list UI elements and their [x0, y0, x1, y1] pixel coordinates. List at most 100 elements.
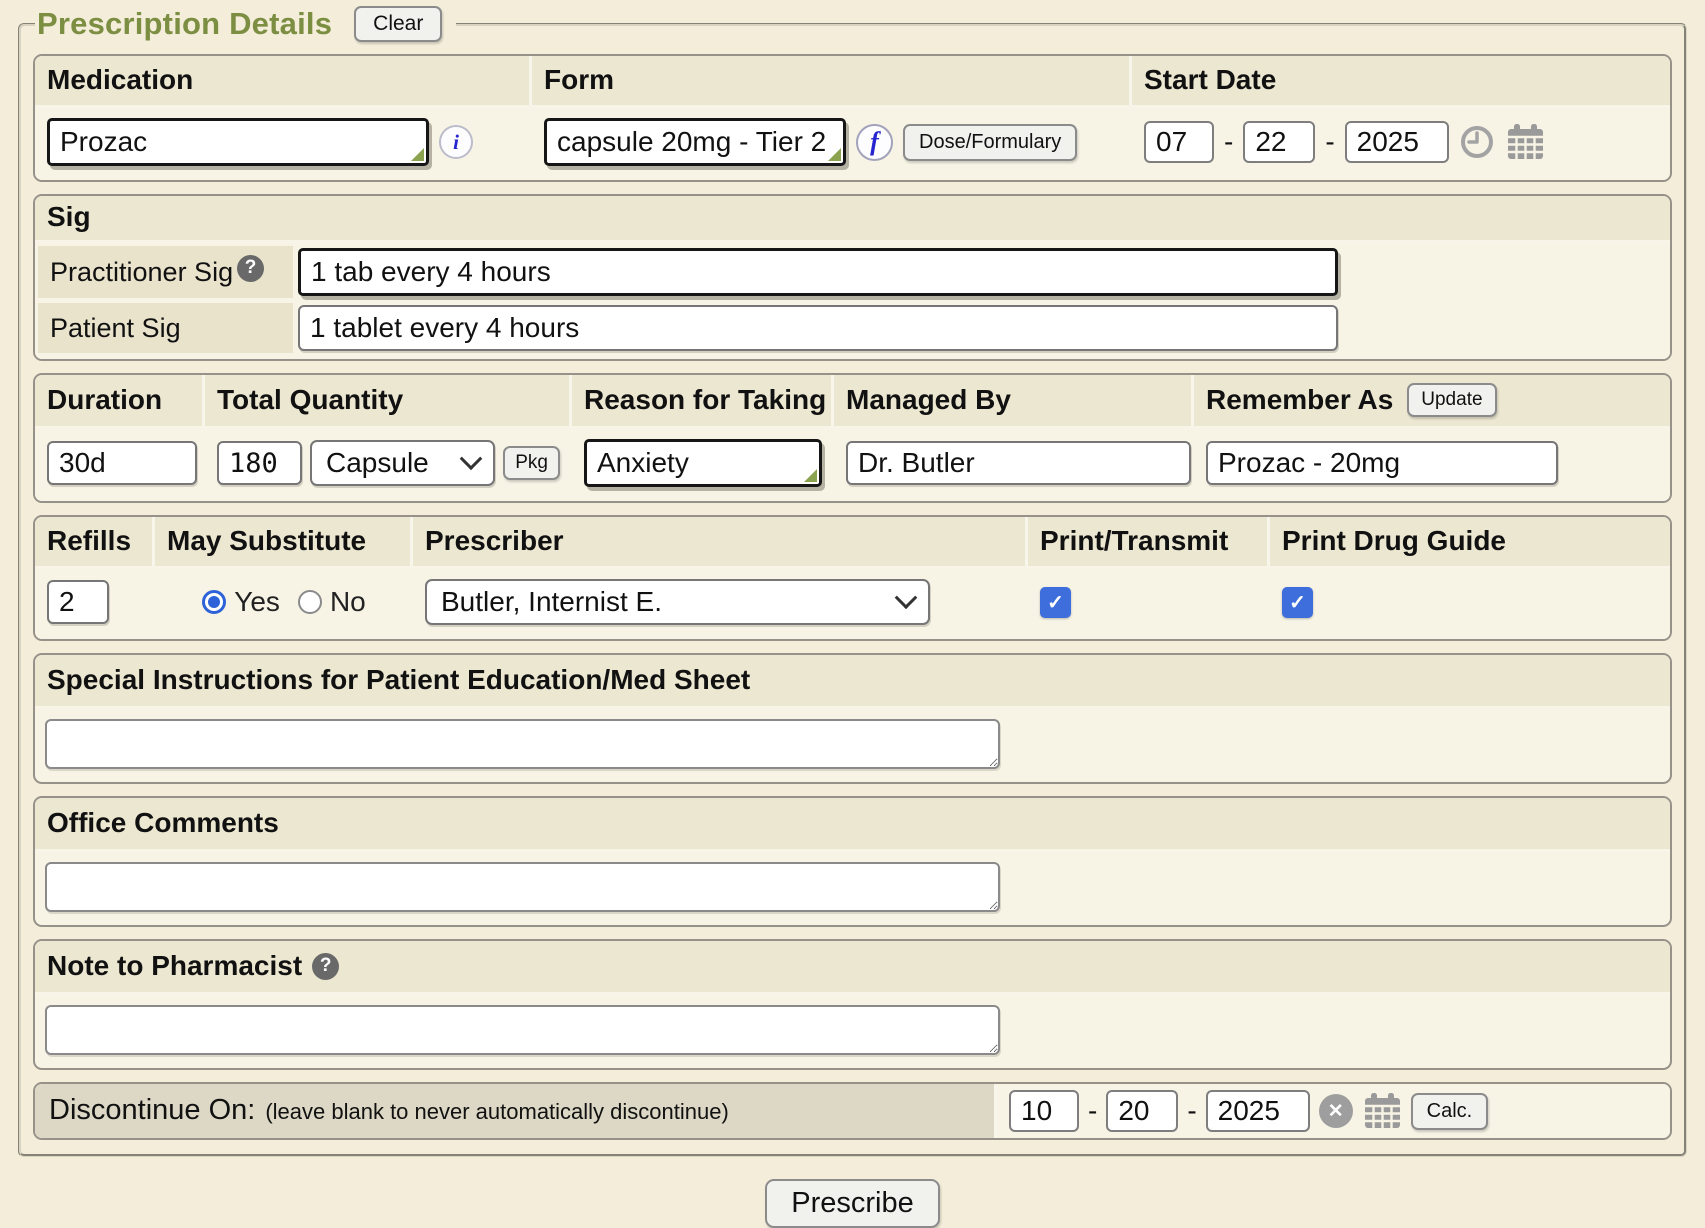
update-button[interactable]: Update [1407, 383, 1496, 417]
sig-grid: Practitioner Sig ? Patient Sig [35, 243, 1670, 359]
page-title: Prescription Details [37, 6, 332, 42]
discontinue-fields: - - ✕ Calc. [997, 1084, 1500, 1138]
refills-table: Refills May Substitute Prescriber Print/… [33, 515, 1672, 641]
special-instructions-textarea[interactable] [45, 719, 1000, 769]
special-instructions-header: Special Instructions for Patient Educati… [35, 655, 1670, 709]
calendar-icon[interactable] [1505, 123, 1545, 161]
print-transmit-checkbox[interactable]: ✓ [1040, 587, 1071, 618]
print-drug-guide-cell: ✓ [1270, 569, 1670, 639]
start-day-input[interactable] [1243, 121, 1315, 163]
office-comments-textarea[interactable] [45, 862, 1000, 912]
radio-no-icon[interactable] [298, 590, 322, 614]
clear-button[interactable]: Clear [354, 6, 442, 42]
remember-as-header: Remember As Update [1194, 375, 1670, 426]
remember-as-input[interactable] [1206, 441, 1558, 485]
refills-input[interactable] [47, 580, 109, 624]
prescribe-button[interactable]: Prescribe [765, 1179, 940, 1228]
calendar-icon[interactable] [1362, 1092, 1402, 1130]
reason-header: Reason for Taking [572, 375, 834, 426]
form-header: Form [532, 56, 1132, 105]
duration-input[interactable] [47, 441, 197, 485]
medication-input[interactable] [47, 118, 429, 166]
office-comments-table: Office Comments [33, 796, 1672, 927]
start-year-input[interactable] [1345, 121, 1449, 163]
print-transmit-cell: ✓ [1028, 569, 1270, 639]
quantity-input[interactable] [217, 441, 302, 485]
autocomplete-corner-icon [804, 469, 817, 482]
office-comments-header: Office Comments [35, 798, 1670, 852]
managed-by-header: Managed By [834, 375, 1194, 426]
details-table: Duration Total Quantity Reason for Takin… [33, 373, 1672, 503]
discontinue-day-input[interactable] [1106, 1090, 1178, 1132]
details-body-row: Capsule Pkg [35, 429, 1670, 501]
prescription-page: Prescription Details Clear Medication Fo… [0, 6, 1705, 1228]
date-separator: - [1224, 126, 1233, 158]
substitute-yes-radio[interactable]: Yes [202, 586, 280, 618]
formulary-icon[interactable]: f [856, 124, 893, 161]
patient-sig-label: Patient Sig [38, 303, 293, 353]
start-date-header: Start Date [1132, 56, 1670, 105]
reason-input[interactable] [584, 439, 822, 487]
autocomplete-corner-icon [828, 148, 841, 161]
substitute-no-radio[interactable]: No [298, 586, 366, 618]
prescriber-select[interactable]: Butler, Internist E. [425, 579, 930, 625]
prescriber-header: Prescriber [413, 517, 1028, 566]
patient-sig-input[interactable] [298, 305, 1338, 351]
practitioner-sig-input-field[interactable] [301, 256, 1335, 288]
sig-header: Sig [35, 196, 1670, 243]
discontinue-label: Discontinue On: (leave blank to never au… [35, 1084, 997, 1138]
refills-header-row: Refills May Substitute Prescriber Print/… [35, 517, 1670, 569]
medication-header-row: Medication Form Start Date [35, 56, 1670, 108]
date-separator: - [1325, 126, 1334, 158]
note-to-pharmacist-header: Note to Pharmacist ? [35, 941, 1670, 995]
discontinue-year-input[interactable] [1206, 1090, 1310, 1132]
print-drug-guide-header: Print Drug Guide [1270, 517, 1670, 566]
calc-button[interactable]: Calc. [1411, 1093, 1489, 1130]
may-substitute-header: May Substitute [155, 517, 413, 566]
refills-cell [35, 569, 155, 639]
managed-by-cell [834, 429, 1194, 501]
clear-date-icon[interactable]: ✕ [1319, 1094, 1353, 1128]
reason-input-field[interactable] [587, 447, 819, 479]
patient-sig-cell [298, 303, 1667, 353]
pkg-button[interactable]: Pkg [503, 446, 560, 480]
practitioner-sig-cell [298, 246, 1667, 298]
medication-cell: i [35, 108, 532, 180]
sig-table: Sig Practitioner Sig ? Patient Sig [33, 194, 1672, 361]
medication-header: Medication [35, 56, 532, 105]
discontinue-row: Discontinue On: (leave blank to never au… [35, 1084, 1670, 1138]
help-icon[interactable]: ? [237, 255, 264, 282]
prescriber-cell: Butler, Internist E. [413, 569, 1028, 639]
date-separator: - [1088, 1095, 1097, 1127]
prescription-details-fieldset: Prescription Details Clear Medication Fo… [18, 6, 1687, 1157]
details-header-row: Duration Total Quantity Reason for Takin… [35, 375, 1670, 429]
radio-yes-icon[interactable] [202, 590, 226, 614]
may-substitute-cell: Yes No [155, 569, 413, 639]
help-icon[interactable]: ? [312, 953, 339, 980]
print-drug-guide-checkbox[interactable]: ✓ [1282, 587, 1313, 618]
managed-by-input[interactable] [846, 441, 1191, 485]
discontinue-month-input[interactable] [1009, 1090, 1079, 1132]
fieldset-legend: Prescription Details Clear [35, 6, 456, 42]
start-date-cell: - - [1132, 108, 1670, 180]
total-quantity-header: Total Quantity [205, 375, 572, 426]
refills-header: Refills [35, 517, 155, 566]
form-input-field[interactable] [547, 126, 843, 158]
start-month-input[interactable] [1144, 121, 1214, 163]
dose-formulary-button[interactable]: Dose/Formulary [903, 124, 1077, 161]
medication-body-row: i f Dose/Formulary - - [35, 108, 1670, 180]
duration-header: Duration [35, 375, 205, 426]
practitioner-sig-input[interactable] [298, 248, 1338, 296]
form-cell: f Dose/Formulary [532, 108, 1132, 180]
form-input[interactable] [544, 118, 846, 166]
medication-input-field[interactable] [50, 126, 426, 158]
chevron-down-icon [460, 447, 483, 470]
date-separator: - [1187, 1095, 1196, 1127]
note-to-pharmacist-table: Note to Pharmacist ? [33, 939, 1672, 1070]
clock-icon[interactable] [1459, 124, 1495, 160]
info-icon[interactable]: i [439, 125, 473, 159]
refills-body-row: Yes No Butler, Internist E. ✓ [35, 569, 1670, 639]
note-to-pharmacist-textarea[interactable] [45, 1005, 1000, 1055]
quantity-unit-select[interactable]: Capsule [310, 440, 495, 486]
special-instructions-table: Special Instructions for Patient Educati… [33, 653, 1672, 784]
